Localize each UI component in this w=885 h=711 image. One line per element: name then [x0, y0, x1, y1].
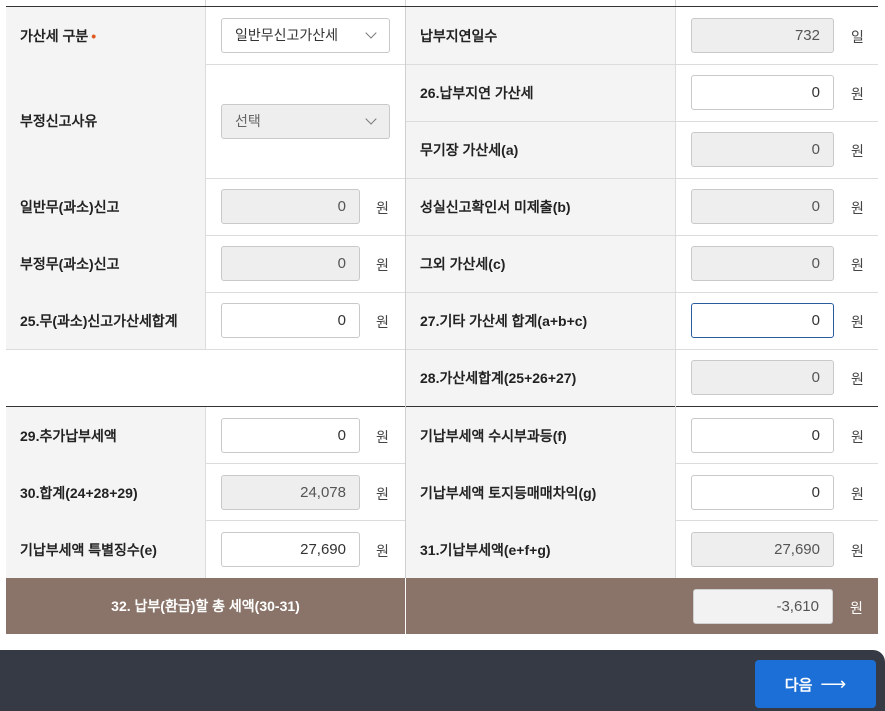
line25-label: 25.무(과소)신고가산세합계: [6, 292, 205, 349]
special-collection-label: 기납부세액 특별징수(e): [6, 521, 205, 578]
unit-won: 원: [851, 314, 864, 330]
column-divider: [205, 407, 206, 578]
late-days-input[interactable]: 732: [691, 18, 834, 53]
unit-won: 원: [851, 143, 864, 159]
line28-label: 28.가산세합계(25+26+27): [406, 350, 675, 406]
other-penalty-label: 그외 가산세(c): [406, 236, 675, 292]
column-divider: [675, 7, 676, 578]
next-button-label: 다음: [784, 676, 813, 694]
unit-won: 원: [376, 314, 389, 330]
special-collection-input[interactable]: 27,690: [221, 532, 360, 567]
land-trade-input[interactable]: 0: [691, 475, 834, 510]
line28-input[interactable]: 0: [691, 360, 834, 395]
general-unreported-input[interactable]: 0: [221, 189, 360, 224]
next-button[interactable]: 다음 ⟶: [755, 660, 876, 708]
penalty-type-label-text: 가산세 구분: [20, 27, 89, 44]
unit-won: 원: [376, 200, 389, 216]
line30-input[interactable]: 24,078: [221, 475, 360, 510]
line29-label: 29.추가납부세액: [6, 407, 205, 464]
total-amount-input[interactable]: -3,610: [693, 589, 833, 624]
unit-won: 원: [851, 429, 864, 445]
sincerity-report-label: 성실신고확인서 미제출(b): [406, 179, 675, 235]
chevron-down-icon: [365, 27, 377, 39]
required-mark: •: [91, 27, 97, 44]
line31-input[interactable]: 27,690: [691, 532, 834, 567]
unit-won: 원: [376, 429, 389, 445]
column-divider: [205, 7, 206, 349]
no-bookkeeping-label: 무기장 가산세(a): [406, 122, 675, 178]
unit-won: 원: [376, 543, 389, 559]
unit-won: 원: [851, 543, 864, 559]
unit-days: 일: [851, 29, 864, 45]
penalty-type-selected-value: 일반무신고가산세: [235, 27, 339, 43]
land-trade-label: 기납부세액 토지등매매차익(g): [406, 464, 675, 521]
line26-input[interactable]: 0: [691, 75, 834, 110]
general-unreported-label: 일반무(과소)신고: [6, 178, 205, 235]
penalty-type-select[interactable]: 일반무신고가산세: [221, 18, 390, 53]
total-label: 32. 납부(환급)할 총 세액(30-31): [111, 598, 300, 614]
unit-won: 원: [376, 486, 389, 502]
line31-label: 31.기납부세액(e+f+g): [406, 521, 675, 578]
no-bookkeeping-input[interactable]: 0: [691, 132, 834, 167]
fraud-unreported-label: 부정무(과소)신고: [6, 235, 205, 292]
late-days-label: 납부지연일수: [406, 7, 675, 64]
unit-won: 원: [851, 257, 864, 273]
unit-won: 원: [851, 486, 864, 502]
line27-label: 27.기타 가산세 합계(a+b+c): [406, 293, 675, 349]
line27-input[interactable]: 0: [691, 303, 834, 338]
unit-won: 원: [851, 371, 864, 387]
unit-won: 원: [851, 86, 864, 102]
sincerity-report-input[interactable]: 0: [691, 189, 834, 224]
unit-won: 원: [376, 257, 389, 273]
line30-label: 30.합계(24+28+29): [6, 464, 205, 521]
line26-label: 26.납부지연 가산세: [406, 65, 675, 121]
fraud-reason-selected-value: 선택: [235, 113, 261, 129]
total-row-divider: [405, 578, 406, 634]
arrow-right-icon: ⟶: [820, 673, 847, 694]
line29-input[interactable]: 0: [221, 418, 360, 453]
fraud-reason-label: 부정신고사유: [6, 64, 205, 178]
unit-won: 원: [850, 600, 863, 616]
occasional-input[interactable]: 0: [691, 418, 834, 453]
unit-won: 원: [851, 200, 864, 216]
fraud-unreported-input[interactable]: 0: [221, 246, 360, 281]
penalty-type-label: 가산세 구분 •: [6, 7, 205, 64]
line25-input[interactable]: 0: [221, 303, 360, 338]
footer-bar: [0, 650, 885, 711]
other-penalty-input[interactable]: 0: [691, 246, 834, 281]
occasional-label: 기납부세액 수시부과등(f): [406, 407, 675, 464]
chevron-down-icon: [365, 113, 377, 125]
fraud-reason-select[interactable]: 선택: [221, 104, 390, 139]
